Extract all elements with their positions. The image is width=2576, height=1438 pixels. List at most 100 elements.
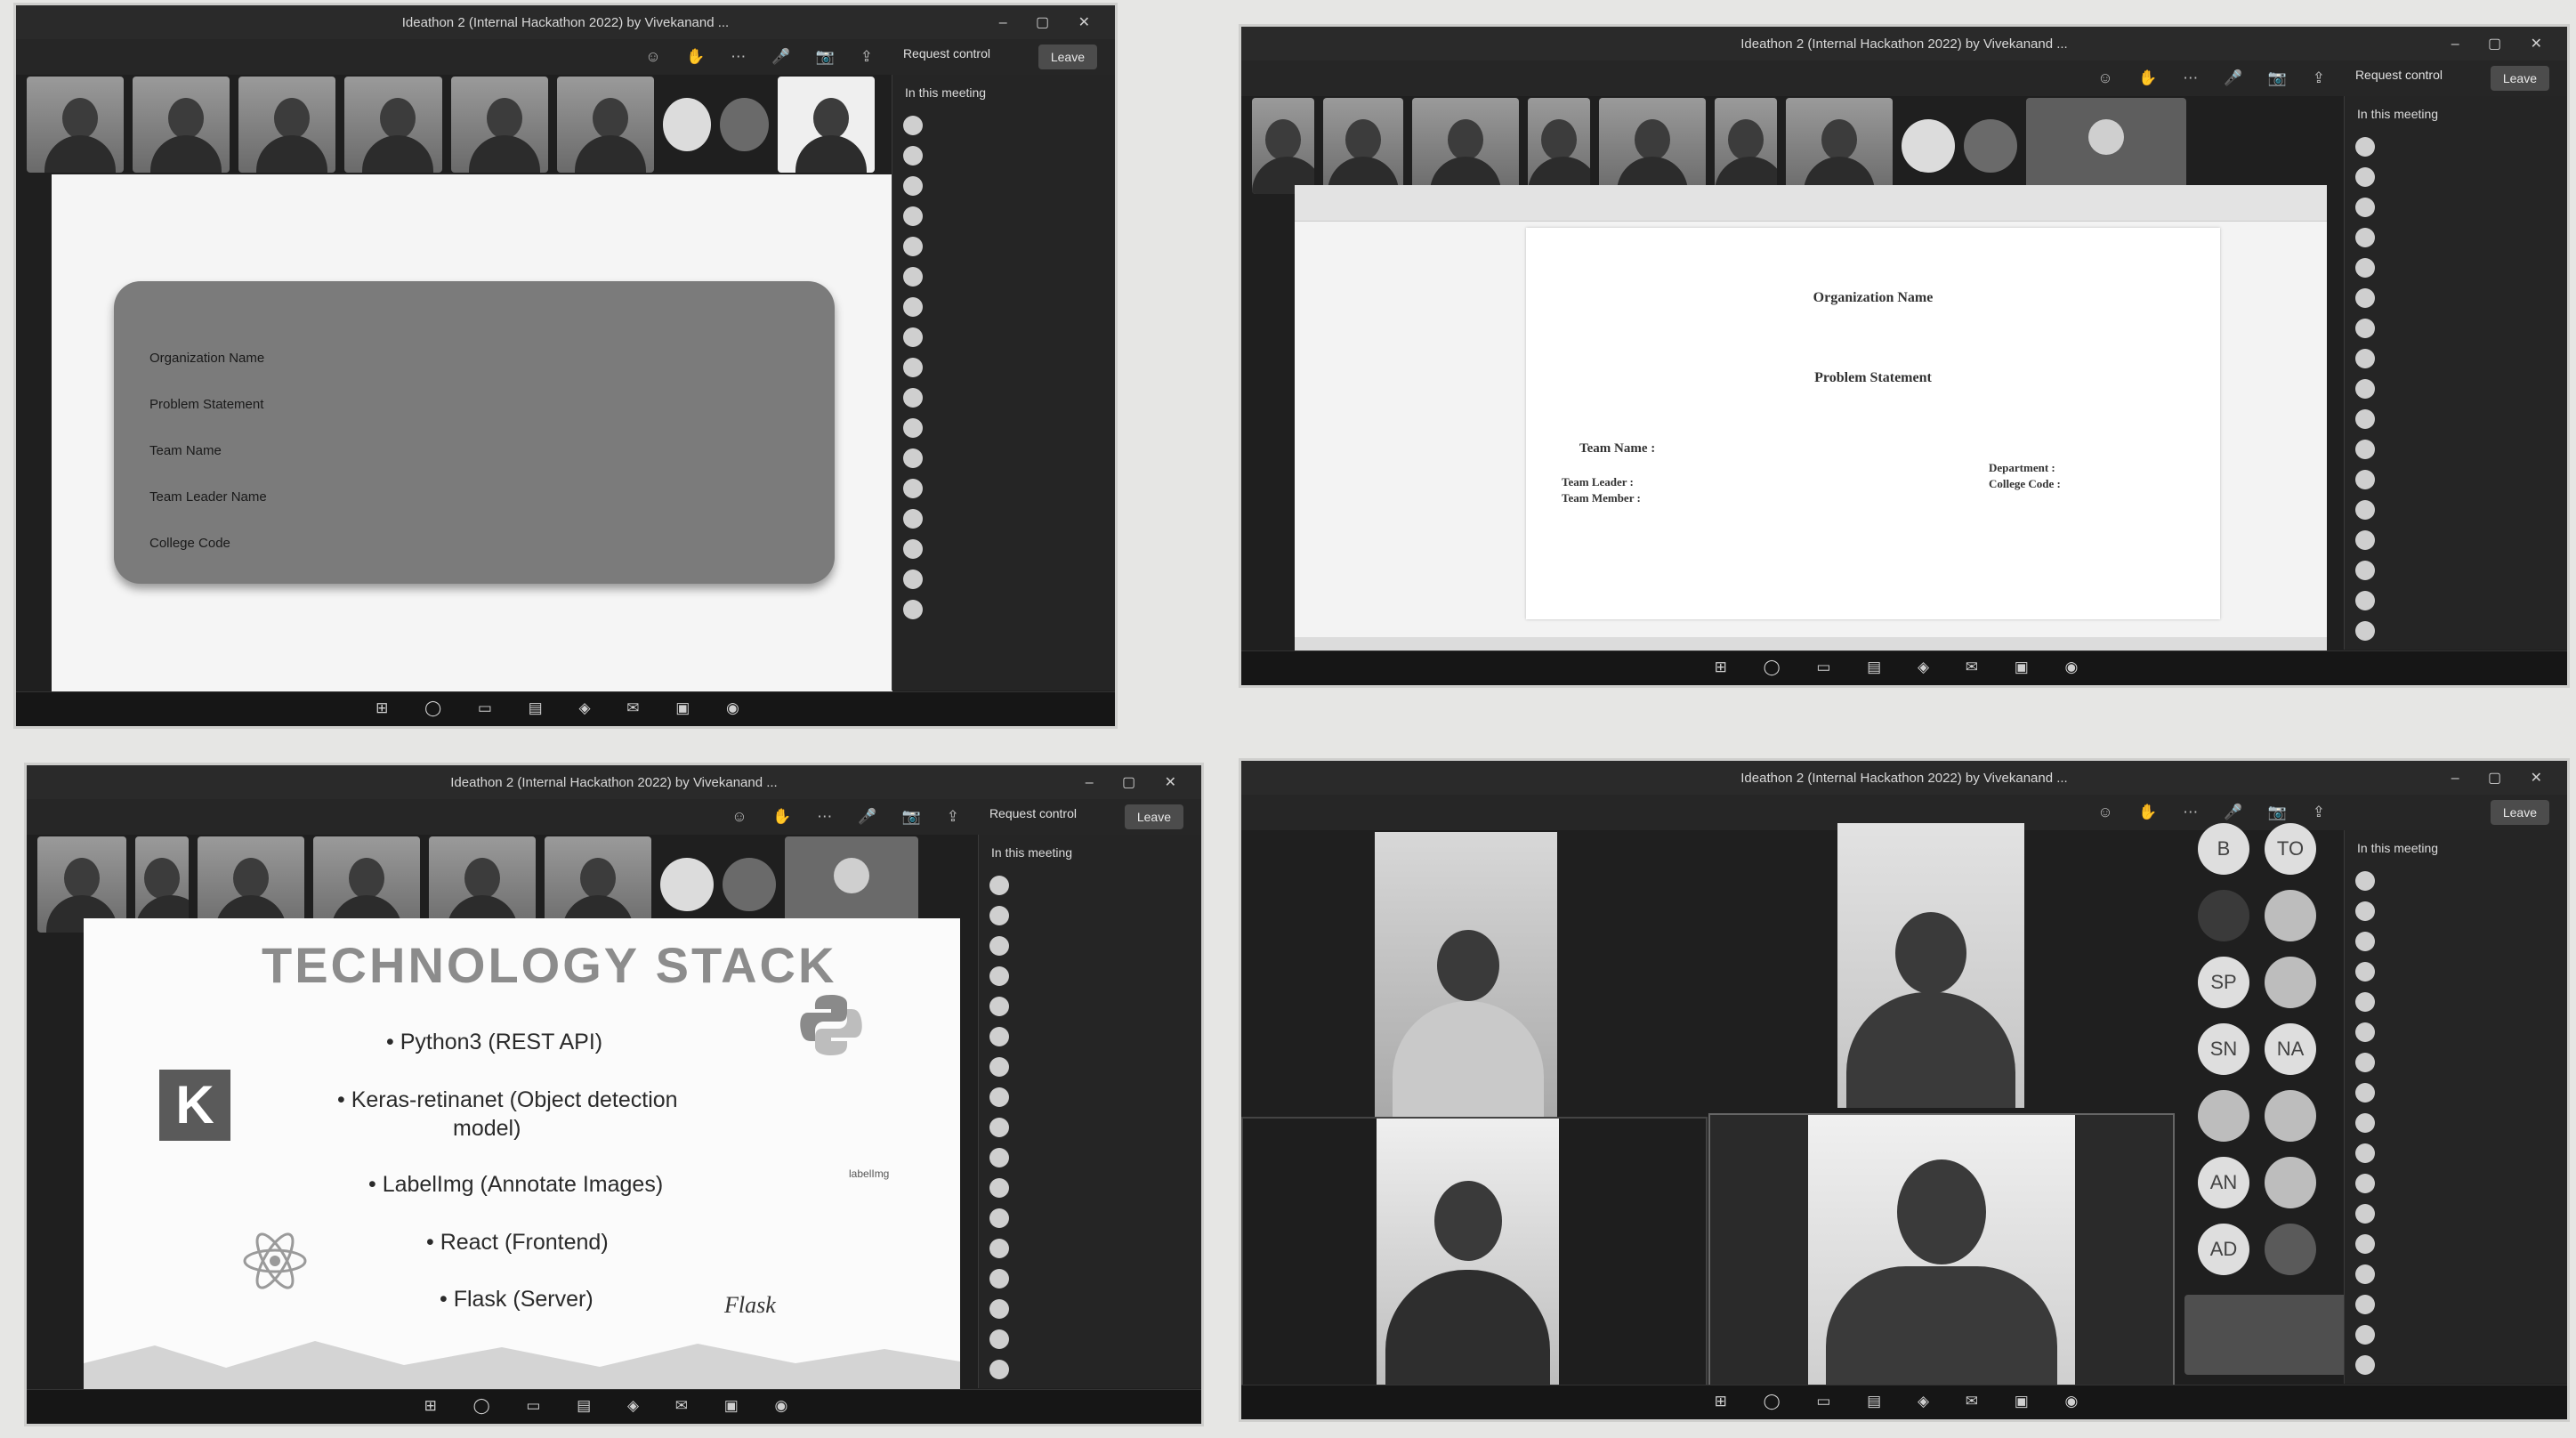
- participant-avatar[interactable]: [660, 858, 714, 911]
- participant-video[interactable]: [238, 77, 336, 173]
- participant-row[interactable]: [2345, 222, 2567, 253]
- participant-row[interactable]: [2345, 1168, 2567, 1199]
- avatar-photo[interactable]: [2265, 1157, 2316, 1208]
- taskbar-icons[interactable]: ⊞ ◯ ▭ ▤ ◈ ✉ ▣ ◉: [424, 1397, 804, 1415]
- participant-row[interactable]: [979, 901, 1201, 931]
- participant-video[interactable]: [27, 77, 125, 173]
- video-tile[interactable]: [1708, 1113, 2175, 1387]
- request-control-button[interactable]: Request control: [989, 806, 1077, 820]
- window-controls[interactable]: – ▢ ✕: [2451, 769, 2555, 787]
- participant-row[interactable]: [2345, 555, 2567, 586]
- participant-row[interactable]: [979, 1082, 1201, 1112]
- participant-row[interactable]: [2345, 1017, 2567, 1047]
- avatar-sn[interactable]: SN: [2198, 1023, 2249, 1075]
- participant-row[interactable]: [2345, 343, 2567, 374]
- participant-row[interactable]: [892, 352, 1115, 383]
- taskbar-icons[interactable]: ⊞ ◯ ▭ ▤ ◈ ✉ ▣ ◉: [1715, 658, 2095, 676]
- video-tile[interactable]: [1241, 1117, 1708, 1387]
- avatar-na[interactable]: NA: [2265, 1023, 2316, 1075]
- participant-row[interactable]: [2345, 404, 2567, 434]
- avatar-photo[interactable]: [2265, 1224, 2316, 1275]
- self-view[interactable]: [2184, 1295, 2349, 1375]
- participant-row[interactable]: [2345, 283, 2567, 313]
- window-controls[interactable]: – ▢ ✕: [1086, 773, 1189, 791]
- participant-avatar[interactable]: [720, 98, 769, 151]
- participant-row[interactable]: [979, 1112, 1201, 1143]
- avatar-photo[interactable]: [2265, 957, 2316, 1008]
- leave-button[interactable]: Leave: [2490, 66, 2549, 91]
- meeting-tools-icons[interactable]: ☺ ✋ ⋯ 🎤 📷 ⇪: [2097, 804, 2336, 821]
- request-control-button[interactable]: Request control: [903, 46, 990, 61]
- taskbar-icons[interactable]: ⊞ ◯ ▭ ▤ ◈ ✉ ▣ ◉: [1715, 1393, 2095, 1410]
- avatar-photo[interactable]: [2265, 890, 2316, 941]
- meeting-tools-icons[interactable]: ☺ ✋ ⋯ 🎤 📷 ⇪: [2097, 69, 2336, 87]
- participant-row[interactable]: [2345, 1320, 2567, 1350]
- participant-row[interactable]: [892, 413, 1115, 443]
- participant-video[interactable]: [133, 77, 230, 173]
- participant-row[interactable]: [2345, 1350, 2567, 1380]
- participant-row[interactable]: [979, 1173, 1201, 1203]
- participant-row[interactable]: [2345, 465, 2567, 495]
- avatar-photo[interactable]: [2198, 890, 2249, 941]
- participant-row[interactable]: [2345, 132, 2567, 162]
- participant-avatar[interactable]: [1902, 119, 1955, 173]
- avatar-sp[interactable]: SP: [2198, 957, 2249, 1008]
- participant-row[interactable]: [979, 1203, 1201, 1233]
- participant-row[interactable]: [2345, 1199, 2567, 1229]
- participant-row[interactable]: [979, 870, 1201, 901]
- avatar-photo[interactable]: [2198, 1090, 2249, 1142]
- participant-row[interactable]: [2345, 1138, 2567, 1168]
- participant-video[interactable]: [1528, 98, 1590, 194]
- participant-avatar[interactable]: [1964, 119, 2017, 173]
- participant-row[interactable]: [892, 443, 1115, 473]
- participant-row[interactable]: [2345, 616, 2567, 646]
- participant-row[interactable]: [979, 1022, 1201, 1052]
- leave-button[interactable]: Leave: [2490, 800, 2549, 825]
- participant-row[interactable]: [2345, 926, 2567, 957]
- participant-row[interactable]: [979, 931, 1201, 961]
- participant-row[interactable]: [892, 383, 1115, 413]
- participant-row[interactable]: [979, 1143, 1201, 1173]
- participant-video[interactable]: [1252, 98, 1314, 194]
- participant-video[interactable]: [1599, 98, 1706, 194]
- participant-row[interactable]: [2345, 1289, 2567, 1320]
- participant-row[interactable]: [2345, 586, 2567, 616]
- participant-video[interactable]: [2026, 98, 2186, 194]
- participant-row[interactable]: [892, 534, 1115, 564]
- avatar-to[interactable]: TO: [2265, 823, 2316, 875]
- participant-video[interactable]: [777, 77, 875, 173]
- participant-row[interactable]: [2345, 434, 2567, 465]
- meeting-tools-icons[interactable]: ☺ ✋ ⋯ 🎤 📷 ⇪: [645, 48, 884, 66]
- participant-row[interactable]: [2345, 987, 2567, 1017]
- participant-row[interactable]: [892, 504, 1115, 534]
- participant-video[interactable]: [556, 77, 654, 173]
- avatar-ad[interactable]: AD: [2198, 1224, 2249, 1275]
- participant-row[interactable]: [2345, 374, 2567, 404]
- request-control-button[interactable]: Request control: [2355, 68, 2443, 82]
- window-controls[interactable]: – ▢ ✕: [2451, 35, 2555, 53]
- participant-row[interactable]: [2345, 192, 2567, 222]
- participant-video[interactable]: [1323, 98, 1403, 194]
- participant-row[interactable]: [892, 231, 1115, 262]
- participant-video[interactable]: [344, 77, 442, 173]
- participant-row[interactable]: [892, 322, 1115, 352]
- participant-row[interactable]: [892, 171, 1115, 201]
- participant-video[interactable]: [1786, 98, 1893, 194]
- video-tile[interactable]: [1375, 832, 1557, 1117]
- video-tile[interactable]: [1837, 823, 2024, 1108]
- participant-row[interactable]: [892, 201, 1115, 231]
- participant-video[interactable]: [1412, 98, 1519, 194]
- leave-button[interactable]: Leave: [1038, 44, 1097, 69]
- participant-avatar[interactable]: [723, 858, 776, 911]
- participant-row[interactable]: [2345, 1259, 2567, 1289]
- participant-row[interactable]: [892, 262, 1115, 292]
- participant-row[interactable]: [2345, 866, 2567, 896]
- participant-row[interactable]: [2345, 253, 2567, 283]
- participant-row[interactable]: [979, 1324, 1201, 1354]
- participant-row[interactable]: [979, 1264, 1201, 1294]
- participant-row[interactable]: [979, 1052, 1201, 1082]
- participant-video[interactable]: [1715, 98, 1777, 194]
- avatar-b[interactable]: B: [2198, 823, 2249, 875]
- window-controls[interactable]: – ▢ ✕: [999, 13, 1102, 31]
- avatar-photo[interactable]: [2265, 1090, 2316, 1142]
